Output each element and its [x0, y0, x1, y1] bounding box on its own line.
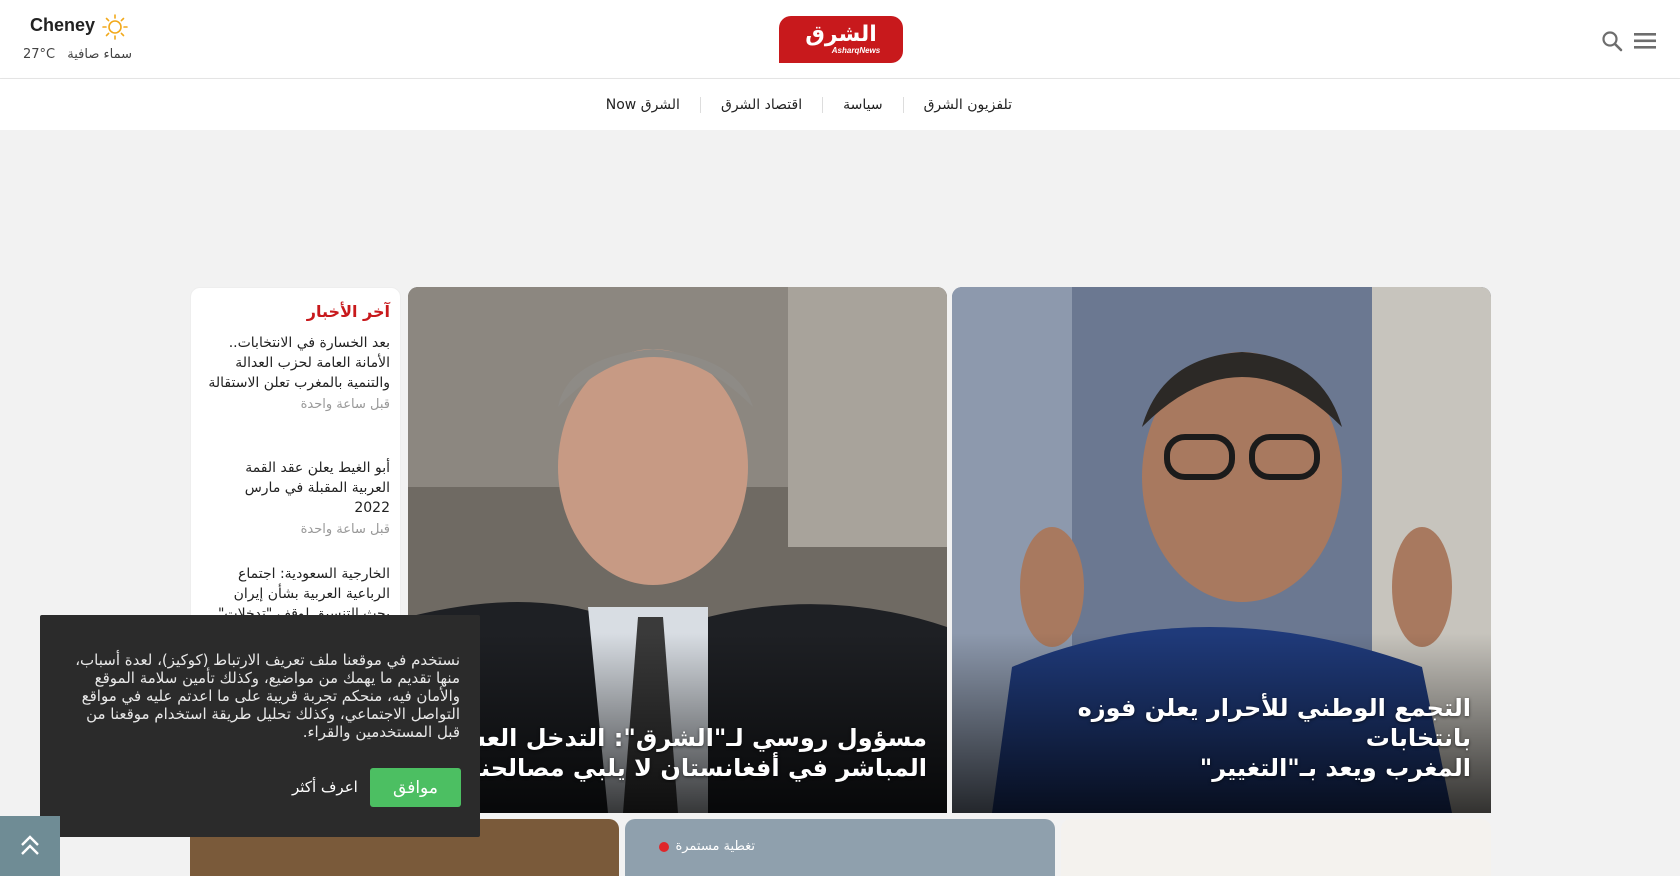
- news-headline[interactable]: بعد الخسارة في الانتخابات.. الأمانة العا…: [205, 333, 390, 393]
- scroll-top-button[interactable]: [0, 816, 60, 876]
- list-item[interactable]: بعد الخسارة في الانتخابات.. الأمانة العا…: [205, 333, 390, 415]
- weather-condition: سماء صافية: [67, 47, 132, 62]
- card-headline[interactable]: التجمع الوطني للأحرار يعلن فوزه بانتخابا…: [971, 693, 1471, 783]
- news-card[interactable]: تغطية مستمرة: [625, 819, 1055, 876]
- main-nav: تلفزيون الشرق سياسة اقتصاد الشرق الشرق N…: [0, 79, 1680, 130]
- weather-city: Cheney: [30, 15, 96, 35]
- logo-english: AsharqNews: [831, 46, 881, 55]
- news-time: قبل ساعة واحدة: [300, 522, 390, 537]
- nav-item-tv[interactable]: تلفزيون الشرق: [902, 96, 1032, 113]
- menu-icon[interactable]: [1633, 30, 1657, 52]
- nav-item-now[interactable]: الشرق Now: [586, 97, 700, 113]
- live-badge-label: تغطية مستمرة: [675, 839, 755, 854]
- logo-arabic: الشرق: [805, 22, 877, 47]
- chevron-up-icon: [21, 835, 39, 855]
- latest-news-title: آخر الأخبار: [306, 302, 390, 321]
- cookie-agree-button[interactable]: موافق: [370, 768, 461, 807]
- ad-area: [0, 130, 1680, 285]
- card-headline[interactable]: مسؤول روسي لـ"الشرق": التدخل العسكري الم…: [408, 723, 927, 783]
- cookie-banner: نستخدم في موقعنا ملف تعريف الارتباط (كوك…: [40, 615, 480, 837]
- weather-temp: 27°C: [23, 47, 56, 62]
- live-badge: تغطية مستمرة: [659, 839, 755, 854]
- live-dot-icon: [659, 841, 670, 852]
- cookie-learn-more-link[interactable]: اعرف أكثر: [292, 778, 358, 796]
- weather-widget[interactable]: Cheney سماء صافية 27°C: [23, 13, 153, 69]
- featured-card-main[interactable]: التجمع الوطني للأحرار يعلن فوزه بانتخابا…: [952, 287, 1491, 813]
- site-logo[interactable]: الشرق AsharqNews: [779, 16, 903, 63]
- cookie-text: نستخدم في موقعنا ملف تعريف الارتباط (كوك…: [75, 651, 460, 741]
- nav-items: تلفزيون الشرق سياسة اقتصاد الشرق الشرق N…: [586, 79, 1032, 130]
- weather-details: سماء صافية 27°C: [23, 47, 132, 62]
- nav-item-economy[interactable]: اقتصاد الشرق: [699, 96, 822, 113]
- news-time: قبل ساعة واحدة: [300, 397, 390, 412]
- news-headline[interactable]: أبو الغيط يعلن عقد القمة العربية المقبلة…: [205, 458, 390, 518]
- featured-card-secondary[interactable]: مسؤول روسي لـ"الشرق": التدخل العسكري الم…: [408, 287, 947, 813]
- news-card[interactable]: [1061, 819, 1491, 876]
- sun-icon: [102, 14, 128, 40]
- nav-item-politics[interactable]: سياسة: [822, 96, 902, 113]
- search-icon[interactable]: [1600, 29, 1624, 53]
- site-header: Cheney سماء صافية 27°C الشرق AsharqNews: [0, 0, 1680, 79]
- list-item[interactable]: أبو الغيط يعلن عقد القمة العربية المقبلة…: [205, 458, 390, 540]
